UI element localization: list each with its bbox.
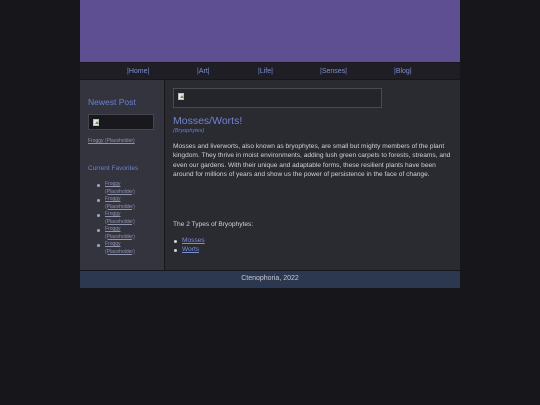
post-header-image: [173, 88, 382, 108]
current-favorites-heading: Current Favorites: [88, 165, 139, 172]
favorite-item[interactable]: Froggy (Placeholder): [105, 196, 150, 211]
footer-text: Ctenophoria, 2022: [241, 275, 299, 282]
list-bullet: [97, 214, 100, 217]
newest-post-link[interactable]: Froggy (Placeholder): [88, 138, 135, 144]
newest-post-image: [88, 114, 154, 130]
broken-image-icon: [178, 93, 184, 100]
favorite-item[interactable]: Froggy (Placeholder): [105, 226, 150, 241]
favorite-item[interactable]: Froggy (Placeholder): [105, 211, 150, 226]
type-mosses-link[interactable]: Mosses: [182, 237, 205, 244]
post-title: Mosses/Worts!: [173, 115, 243, 127]
favorite-item[interactable]: Froggy (Placeholder): [105, 241, 150, 256]
post-body: Mosses and liverworts, also known as bry…: [173, 143, 451, 178]
list-bullet: [174, 249, 177, 252]
nav-life-link[interactable]: |Life|: [258, 67, 273, 76]
list-bullet: [97, 229, 100, 232]
favorite-item[interactable]: Froggy (Placeholder): [105, 181, 150, 196]
broken-image-icon: [93, 119, 99, 126]
nav-senses-link[interactable]: |Senses|: [320, 67, 347, 76]
header-banner: [80, 0, 460, 62]
newest-post-heading: Newest Post: [88, 97, 136, 107]
nav-blog-link[interactable]: |Blog|: [394, 67, 412, 76]
types-heading: The 2 Types of Bryophytes:: [173, 221, 254, 228]
post-subtitle: (Bryophytes): [173, 128, 205, 134]
nav-home-link[interactable]: |Home|: [127, 67, 149, 76]
list-bullet: [174, 240, 177, 243]
nav-art-link[interactable]: |Art|: [197, 67, 210, 76]
list-bullet: [97, 244, 100, 247]
type-worts-link[interactable]: Worts: [182, 246, 199, 253]
list-bullet: [97, 184, 100, 187]
list-bullet: [97, 199, 100, 202]
